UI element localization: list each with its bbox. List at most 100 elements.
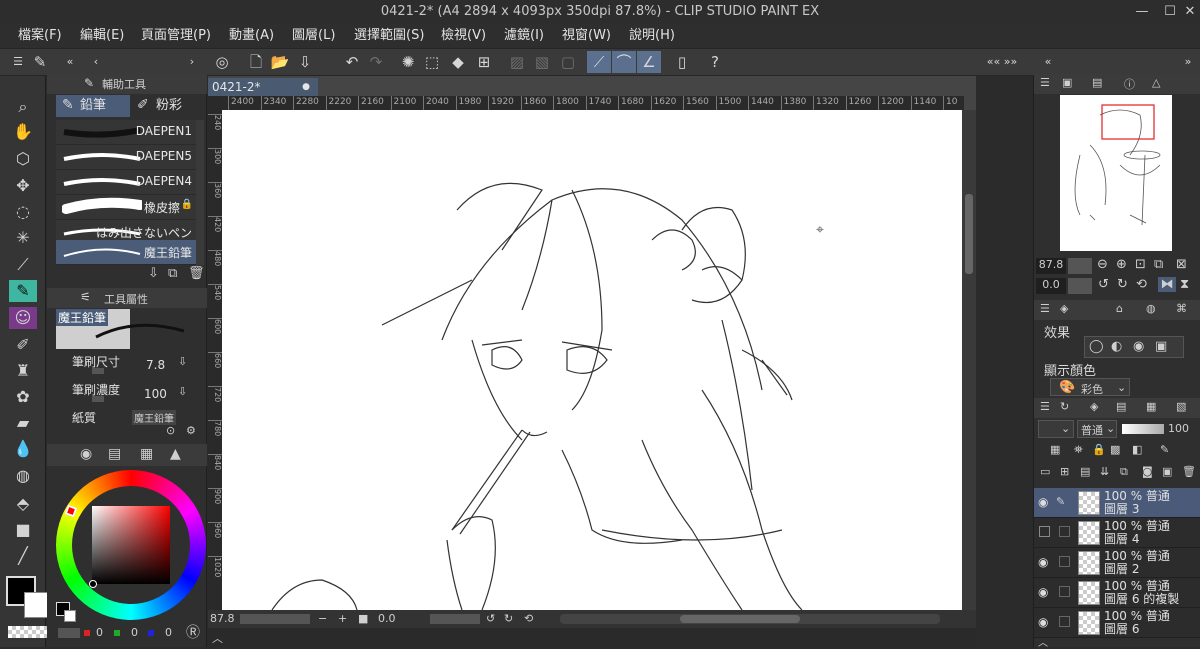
menu-icon[interactable]: ☰ <box>1040 76 1050 89</box>
color-set-tab-icon[interactable]: ▤ <box>108 446 121 462</box>
brush-size-value[interactable]: 7.8 <box>146 358 165 372</box>
zoom-readout[interactable]: 87.8 <box>210 612 235 625</box>
rotate-left-circle-icon[interactable]: ↺ <box>1098 277 1109 292</box>
chevron-up-icon[interactable]: ︿ <box>212 630 223 646</box>
navigator-tab-icon[interactable]: ▣ <box>1062 76 1072 89</box>
brush-item[interactable]: 橡皮擦 🔒 <box>56 195 196 220</box>
blue-value[interactable]: 0 <box>165 626 172 639</box>
menu-animation[interactable]: 動畫(A) <box>229 24 274 48</box>
edit-target-box[interactable] <box>1059 526 1070 537</box>
curve-icon[interactable]: ⌒ <box>612 51 636 73</box>
layer-tab-icon[interactable]: ◈ <box>1090 400 1098 413</box>
navigator-preview[interactable] <box>1060 95 1172 251</box>
rotate-left-icon[interactable]: ↺ <box>486 612 495 625</box>
hand-tool-icon[interactable]: ✋ <box>9 121 37 143</box>
close-button[interactable]: ✕ <box>1176 0 1200 24</box>
green-value[interactable]: 0 <box>131 626 138 639</box>
ruler-snap-icon[interactable]: ∠ <box>637 51 661 73</box>
menu-icon[interactable]: ☰ <box>1040 302 1050 315</box>
menu-selection[interactable]: 選擇範圍(S) <box>354 24 424 48</box>
double-chevron-left-icon[interactable]: « <box>58 51 82 73</box>
fit-icon[interactable]: ■ <box>358 612 368 625</box>
saturation-value-square[interactable] <box>92 506 170 584</box>
clip-icon[interactable]: ▦ <box>1050 443 1060 456</box>
navigator-zoom-slider[interactable] <box>1068 258 1092 274</box>
collapse-icon[interactable]: ☰ <box>6 51 30 73</box>
double-chevron-left-icon-2[interactable]: « <box>1036 51 1060 73</box>
border-effect-icon[interactable]: ◯ <box>1089 339 1104 354</box>
color-history-tab-icon[interactable]: ▦ <box>140 446 153 462</box>
layer-history-tab-icon[interactable]: ↻ <box>1060 400 1069 413</box>
crop-icon[interactable]: ▨ <box>505 51 529 73</box>
clip-studio-icon[interactable]: ◎ <box>210 51 234 73</box>
move-tool-icon[interactable]: ✥ <box>9 175 37 197</box>
lock-transparency-icon[interactable]: ▩ <box>1110 443 1120 456</box>
fit-screen-icon[interactable]: ⊠ <box>1176 257 1187 272</box>
sub-color-mini[interactable] <box>64 610 76 622</box>
avatar-brush-icon[interactable]: ☺ <box>9 307 37 329</box>
zoom-out-circle-icon[interactable]: ⊖ <box>1097 257 1108 272</box>
actual-size-icon[interactable]: ⊡ <box>1135 257 1146 272</box>
eye-icon[interactable]: ◉ <box>1038 556 1052 568</box>
edit-target-box[interactable] <box>1059 556 1070 567</box>
pen-icon[interactable]: ✎ <box>28 51 52 73</box>
eye-icon[interactable]: ◉ <box>1038 616 1052 628</box>
horizontal-scroll-thumb[interactable] <box>680 615 800 623</box>
menu-edit[interactable]: 編輯(E) <box>80 24 124 48</box>
help-icon[interactable]: ? <box>703 51 727 73</box>
brush-density-value[interactable]: 100 <box>144 387 167 401</box>
eye-icon[interactable]: ◉ <box>1038 496 1052 508</box>
layer-row[interactable]: ◉ 100 % 普通 圖層 6 <box>1034 608 1200 638</box>
brush-item[interactable]: DAEPEN4 <box>56 170 196 195</box>
object-tool-icon[interactable]: ⬡ <box>9 148 37 170</box>
close-tab-icon[interactable]: ● <box>302 78 310 96</box>
zoom-in-icon[interactable]: + <box>338 612 347 625</box>
reset-angle-icon[interactable]: ⟲ <box>1136 277 1147 292</box>
rotate-right-circle-icon[interactable]: ↻ <box>1117 277 1128 292</box>
mask-icon[interactable]: ◧ <box>1132 443 1142 456</box>
drawing-canvas[interactable] <box>222 110 962 610</box>
document-tab[interactable]: 0421-2* ● <box>208 78 318 96</box>
new-folder-icon[interactable]: ▤ <box>1080 465 1090 478</box>
duplicate-icon[interactable]: ⧉ <box>168 266 177 281</box>
blend-tool-icon[interactable]: 💧 <box>9 438 37 460</box>
selection-icon[interactable]: ⬚ <box>420 51 444 73</box>
red-value[interactable]: 0 <box>96 626 103 639</box>
layer-search-tab-icon[interactable]: ⌂ <box>1116 302 1123 315</box>
zoom-slider[interactable] <box>240 614 310 624</box>
intermediate-color-tab-icon[interactable]: ▲ <box>170 446 181 462</box>
blend-mode-select[interactable]: 普通 ⌄ <box>1077 420 1117 438</box>
layer-row[interactable]: ◉ 100 % 普通 圖層 2 <box>1034 548 1200 578</box>
stabilizer-icon[interactable]: ⟋ <box>587 51 611 73</box>
layer-row[interactable]: ◉ 100 % 普通 圖層 6 的複製 <box>1034 578 1200 608</box>
chevron-right-icon[interactable]: › <box>180 51 204 73</box>
navigator-zoom-input[interactable]: 87.8 <box>1036 258 1066 274</box>
zoom-in-circle-icon[interactable]: ⊕ <box>1116 257 1127 272</box>
vertical-scroll-thumb[interactable] <box>965 194 973 274</box>
edit-target-box[interactable] <box>1059 616 1070 627</box>
double-chevron-right-icon[interactable]: » <box>1176 51 1200 73</box>
opacity-value[interactable]: 100 <box>1168 422 1189 435</box>
reference-icon[interactable]: ⛯ <box>1074 443 1083 457</box>
save-icon[interactable]: ⇩ <box>293 51 317 73</box>
display-color-select[interactable]: 🎨 彩色 ⌄ <box>1050 378 1130 396</box>
brush-list-scrollbar[interactable] <box>196 120 204 265</box>
brush-size-slider[interactable] <box>92 368 104 374</box>
layer-row[interactable]: ◉ ✎ 100 % 普通 圖層 3 <box>1034 488 1200 518</box>
undo-icon[interactable]: ↶ <box>340 51 364 73</box>
brush-item[interactable]: DAEPEN5 <box>56 145 196 170</box>
chevron-left-icon[interactable]: ‹ <box>84 51 108 73</box>
vertical-scrollbar[interactable] <box>962 110 976 610</box>
new-vector-layer-icon[interactable]: ⊞ <box>1060 465 1069 478</box>
fill-icon[interactable]: ◆ <box>446 51 470 73</box>
lasso-tool-icon[interactable]: ◌ <box>9 201 37 223</box>
flip-vertical-icon[interactable]: ⧗ <box>1180 277 1189 292</box>
color-mode-icon[interactable]: Ⓡ <box>186 622 200 642</box>
lock-layer-icon[interactable]: 🔒 <box>1092 443 1106 456</box>
layer-color-select[interactable]: ⌄ <box>1038 420 1074 438</box>
hue-handle[interactable] <box>64 504 78 518</box>
magic-wand-icon[interactable]: ✳ <box>9 227 37 249</box>
transfer-down-icon[interactable]: ⇊ <box>1100 465 1109 478</box>
transform-icon[interactable]: ⊞ <box>472 51 496 73</box>
line-tool-icon[interactable]: ╱ <box>9 545 37 567</box>
